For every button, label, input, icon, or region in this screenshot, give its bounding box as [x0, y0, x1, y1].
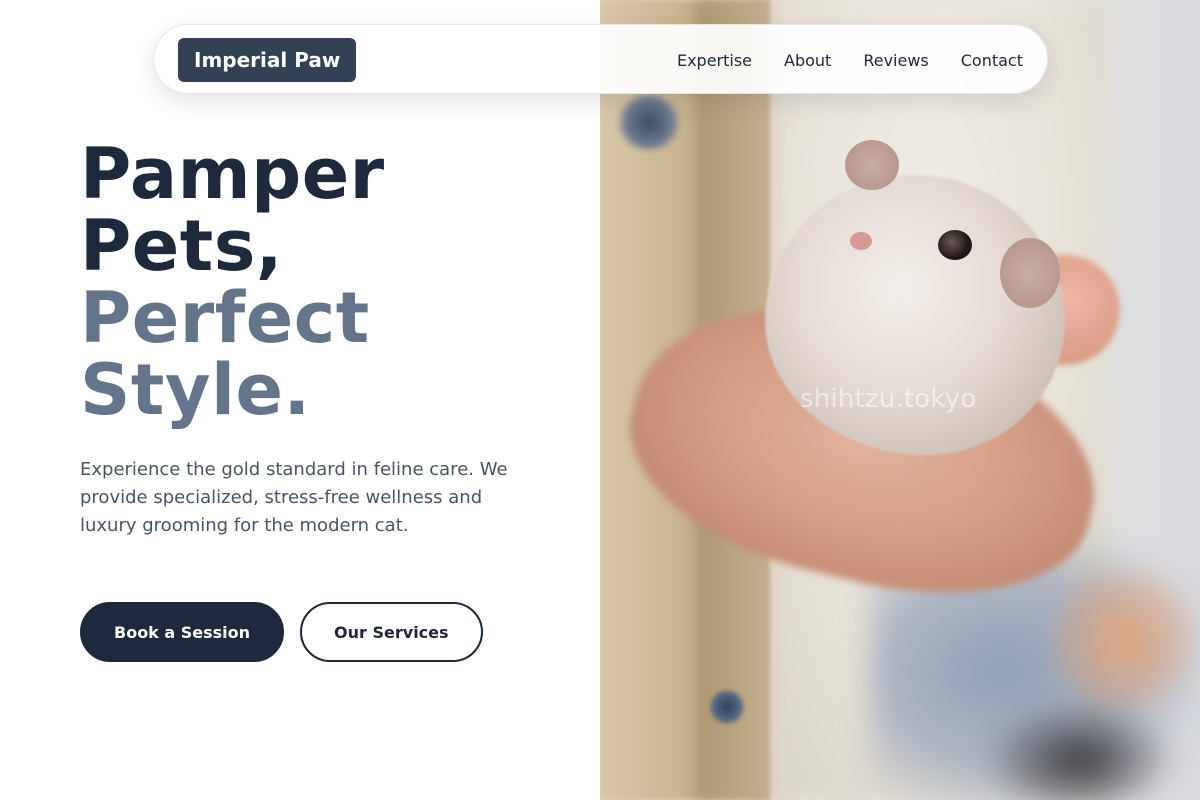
headline-line-2: Pets, [80, 205, 283, 287]
nav-link-reviews[interactable]: Reviews [863, 51, 928, 70]
hero-actions: Book a Session Our Services [80, 602, 483, 662]
photo-hamster-ear [845, 140, 899, 190]
photo-hamster-nose [850, 232, 872, 250]
nav-link-contact[interactable]: Contact [961, 51, 1023, 70]
photo-shirt-button [710, 690, 744, 724]
photo-blur-orange [1050, 560, 1200, 720]
photo-hamster-eye [938, 230, 972, 260]
photo-watermark: shihtzu.tokyo [800, 384, 977, 414]
book-session-button[interactable]: Book a Session [80, 602, 285, 662]
brand-logo[interactable]: Imperial Paw [178, 38, 357, 82]
top-navigation: Imperial Paw Expertise About Reviews Con… [153, 24, 1048, 94]
nav-link-expertise[interactable]: Expertise [677, 51, 752, 70]
headline-line-3: Perfect [80, 277, 370, 359]
photo-blur-dark [980, 700, 1180, 800]
photo-coat-button [618, 95, 680, 150]
nav-link-about[interactable]: About [784, 51, 831, 70]
photo-hamster-ear [1000, 238, 1060, 308]
hero-headline: Pamper Pets, Perfect Style. [80, 138, 580, 426]
hero-photo: shihtzu.tokyo [600, 0, 1200, 800]
hero-section: Pamper Pets, Perfect Style. Experience t… [80, 138, 580, 540]
headline-line-1: Pamper [80, 133, 385, 215]
our-services-button[interactable]: Our Services [300, 602, 483, 662]
hero-description: Experience the gold standard in feline c… [80, 459, 508, 536]
nav-links: Expertise About Reviews Contact [677, 25, 1023, 95]
headline-line-4: Style. [80, 349, 311, 431]
